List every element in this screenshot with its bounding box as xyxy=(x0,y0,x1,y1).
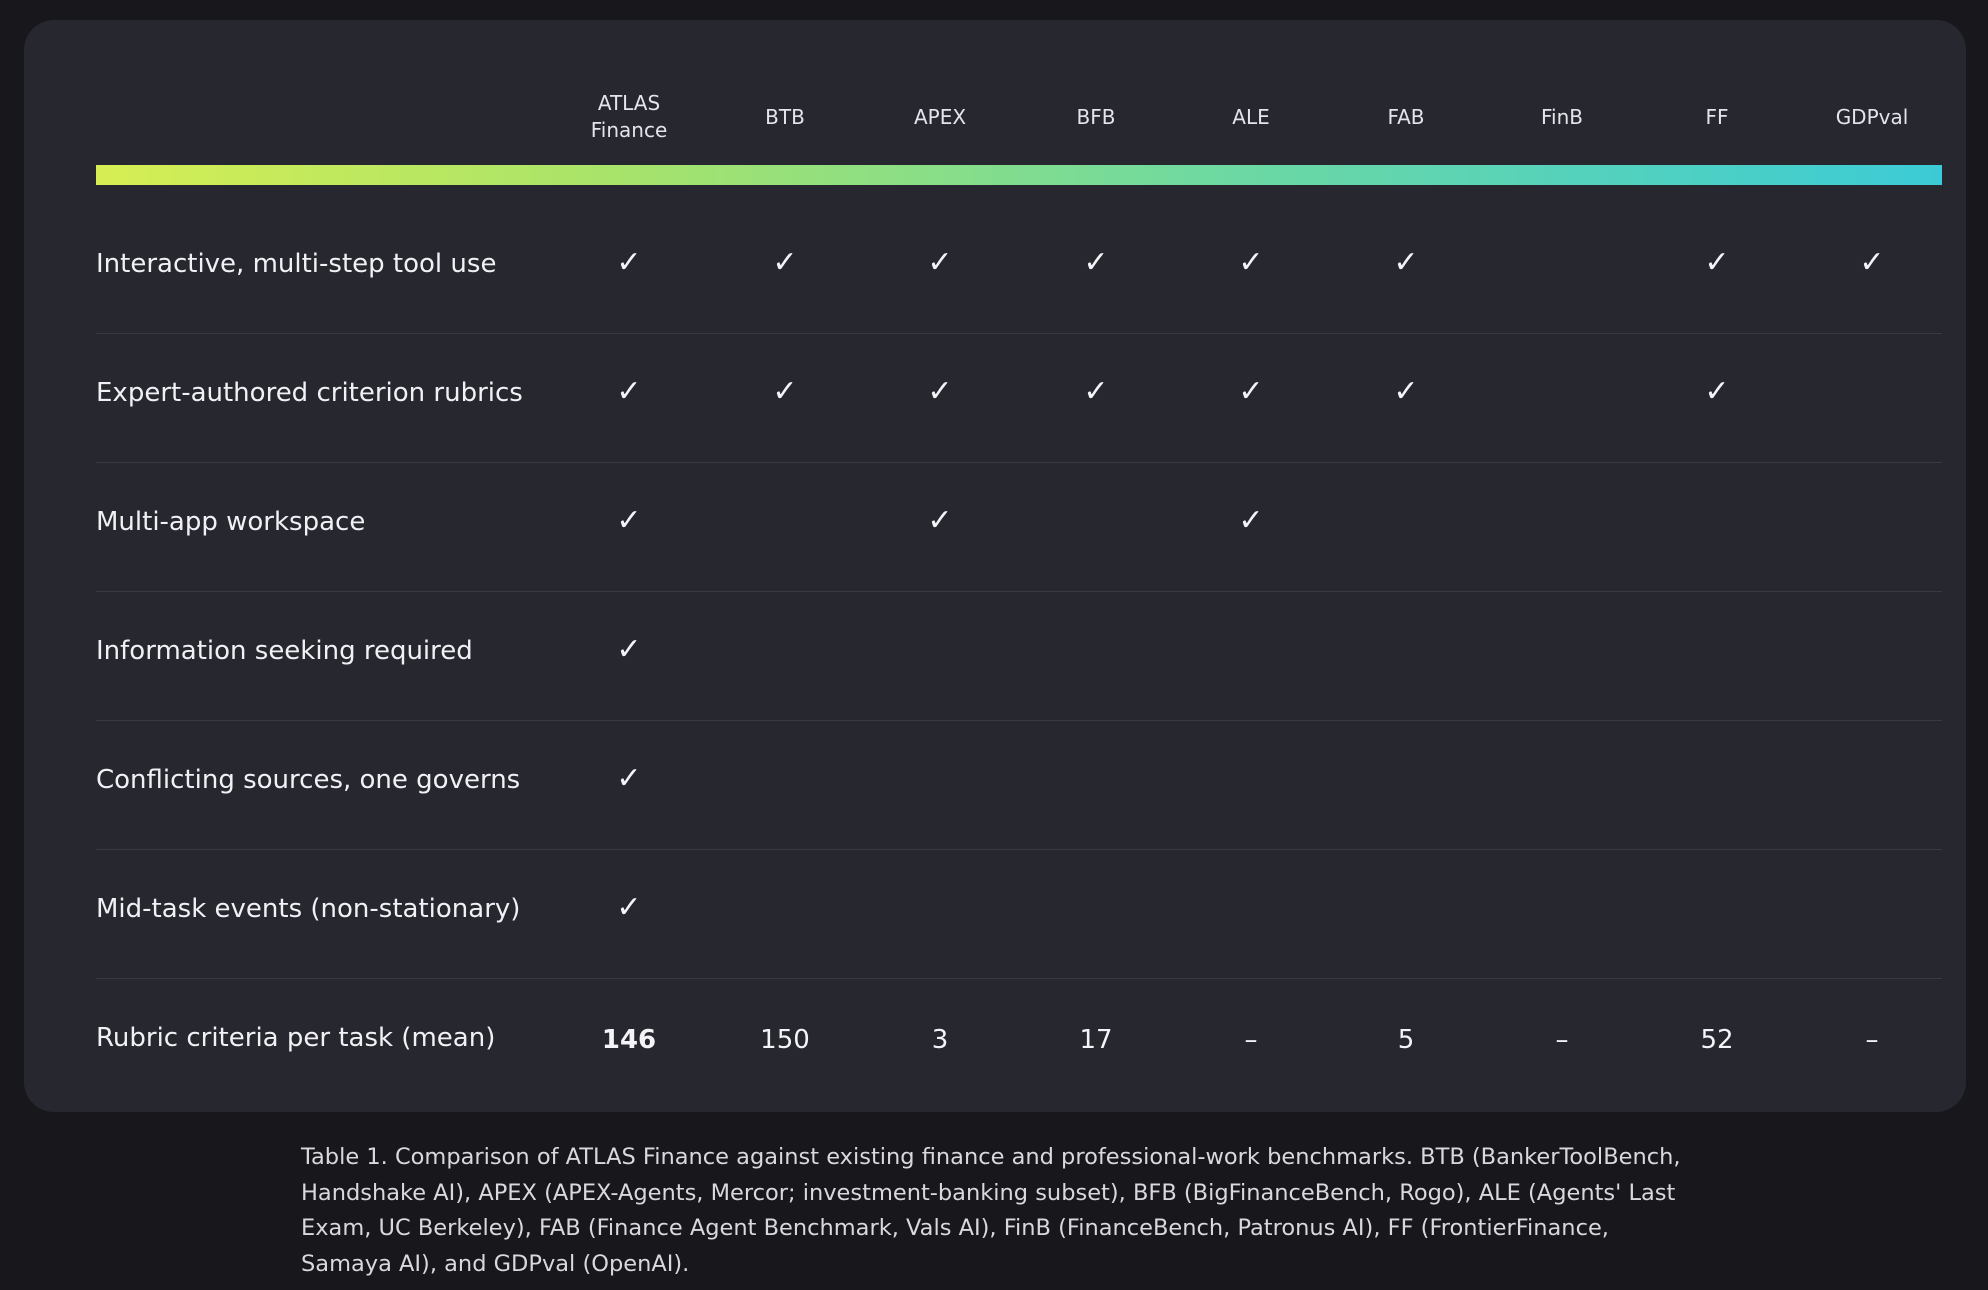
row-label: Conflicting sources, one governs xyxy=(96,765,521,795)
table-cell-value: 3 xyxy=(931,1025,949,1055)
table-row: Expert-authored criterion rubrics ✓ ✓ ✓ ✓ ✓ ✓ ✓ xyxy=(96,334,1942,463)
checkmark-icon: ✓ xyxy=(1393,374,1419,409)
table-body: Interactive, multi-step tool use ✓ ✓ ✓ ✓ ✓ ✓ ✓ ✓… xyxy=(96,205,1942,1107)
checkmark-icon: ✓ xyxy=(1238,374,1264,409)
checkmark-icon: ✓ xyxy=(1238,503,1264,538)
column-header: ATLAS Finance xyxy=(590,91,668,142)
table-cell-value: 150 xyxy=(760,1025,810,1055)
checkmark-icon: ✓ xyxy=(616,632,642,667)
table-cell-value: 146 xyxy=(601,1025,657,1055)
row-label: Information seeking required xyxy=(96,636,473,666)
checkmark-icon: ✓ xyxy=(772,374,798,409)
table-cell-value: 17 xyxy=(1079,1025,1113,1055)
row-label: Rubric criteria per task (mean) xyxy=(96,1023,496,1053)
table-row: Multi-app workspace ✓ ✓ ✓ xyxy=(96,463,1942,592)
table-cell-value: 52 xyxy=(1700,1025,1734,1055)
checkmark-icon: ✓ xyxy=(616,374,642,409)
column-header: BTB xyxy=(765,105,805,129)
checkmark-icon: ✓ xyxy=(616,761,642,796)
checkmark-icon: ✓ xyxy=(1704,374,1730,409)
column-header: APEX xyxy=(913,105,967,129)
table-cell-value: 5 xyxy=(1397,1025,1415,1055)
table-cell-value: – xyxy=(1244,1025,1258,1055)
row-label: Multi-app workspace xyxy=(96,507,366,537)
column-header: FF xyxy=(1705,105,1729,129)
checkmark-icon: ✓ xyxy=(1238,245,1264,280)
checkmark-icon: ✓ xyxy=(927,374,953,409)
table-caption: Table 1. Comparison of ATLAS Finance aga… xyxy=(301,1144,1681,1277)
checkmark-icon: ✓ xyxy=(616,245,642,280)
checkmark-icon: ✓ xyxy=(616,890,642,925)
checkmark-icon: ✓ xyxy=(1393,245,1419,280)
column-header: FinB xyxy=(1540,105,1583,129)
checkmark-icon: ✓ xyxy=(772,245,798,280)
table-row: Interactive, multi-step tool use ✓ ✓ ✓ ✓ ✓ ✓ ✓ ✓ xyxy=(96,205,1942,334)
comparison-table-card: ATLAS Finance BTB APEX BFB ALE FAB FinB FF GDPva… xyxy=(24,20,1966,1112)
table-row: Rubric criteria per task (mean) 146 150 3 17… xyxy=(96,979,1942,1107)
table-row: Conflicting sources, one governs ✓ xyxy=(96,721,1942,850)
table-cell-value: – xyxy=(1555,1025,1569,1055)
checkmark-icon: ✓ xyxy=(927,245,953,280)
column-header: FAB xyxy=(1387,105,1425,129)
checkmark-icon: ✓ xyxy=(1859,245,1885,280)
row-label: Interactive, multi-step tool use xyxy=(96,249,497,279)
checkmark-icon: ✓ xyxy=(1083,245,1109,280)
column-header: BFB xyxy=(1076,105,1116,129)
table-cell-value: – xyxy=(1865,1025,1879,1055)
checkmark-icon: ✓ xyxy=(1083,374,1109,409)
row-label: Expert-authored criterion rubrics xyxy=(96,378,523,408)
table-row: Information seeking required ✓ xyxy=(96,592,1942,721)
header-gradient-divider xyxy=(96,165,1942,185)
column-header: ALE xyxy=(1232,105,1270,129)
table-header-row: ATLAS Finance BTB APEX BFB ALE FAB FinB FF GDPva… xyxy=(96,20,1942,166)
checkmark-icon: ✓ xyxy=(616,503,642,538)
checkmark-icon: ✓ xyxy=(1704,245,1730,280)
row-label: Mid-task events (non-stationary) xyxy=(96,894,521,924)
table-row: Mid-task events (non-stationary) ✓ xyxy=(96,850,1942,979)
column-header: GDPval xyxy=(1835,105,1909,129)
comparison-table-header: ATLAS Finance BTB APEX BFB ALE FAB FinB FF GDPva… xyxy=(96,20,1942,166)
checkmark-icon: ✓ xyxy=(927,503,953,538)
